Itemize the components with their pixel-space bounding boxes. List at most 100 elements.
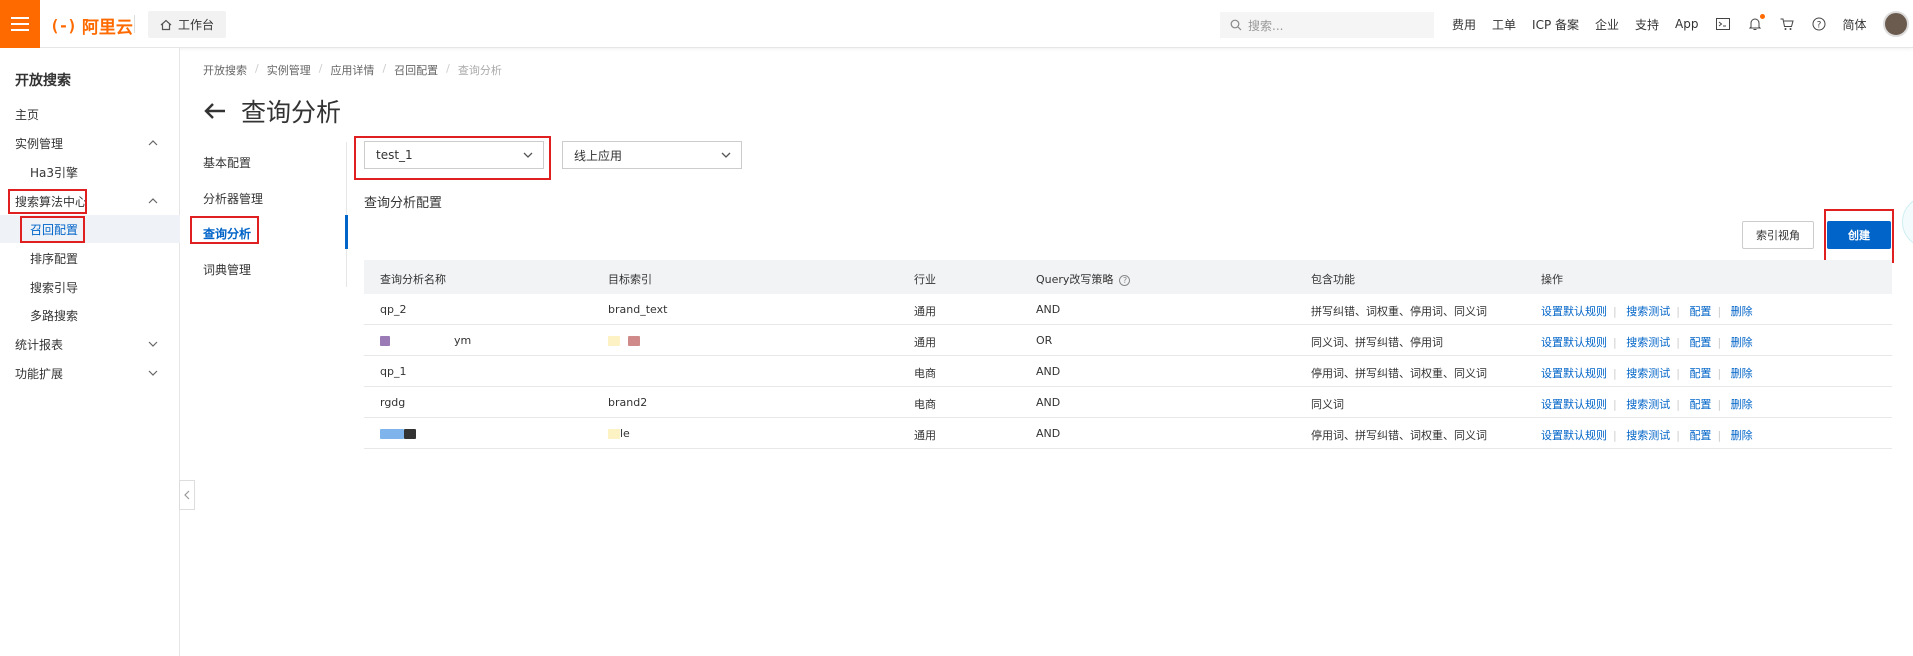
- configure-link[interactable]: 配置: [1689, 398, 1711, 411]
- row-features: 停用词、拼写纠错、词权重、同义词: [1311, 367, 1487, 380]
- nav-tickets[interactable]: 工单: [1492, 16, 1516, 33]
- row-actions: 设置默认规则 | 搜索测试 | 配置 | 删除: [1541, 367, 1753, 380]
- sidebar-item-ranking-config[interactable]: 排序配置: [0, 244, 180, 272]
- set-default-rule-link[interactable]: 设置默认规则: [1541, 336, 1607, 349]
- row-name: qp_1: [380, 365, 407, 378]
- redacted-block: [608, 336, 620, 346]
- row-index: brand2: [608, 396, 648, 409]
- row-features: 同义词、拼写纠错、停用词: [1311, 336, 1443, 349]
- help-icon[interactable]: ?: [1119, 274, 1131, 286]
- subnav-analyzer-management[interactable]: 分析器管理: [203, 184, 343, 212]
- set-default-rule-link[interactable]: 设置默认规则: [1541, 398, 1607, 411]
- set-default-rule-link[interactable]: 设置默认规则: [1541, 429, 1607, 442]
- row-actions: 设置默认规则 | 搜索测试 | 配置 | 删除: [1541, 336, 1753, 349]
- nav-enterprise[interactable]: 企业: [1595, 16, 1619, 33]
- redacted-block: [380, 429, 404, 439]
- sidebar-item-label: 统计报表: [15, 337, 64, 352]
- search-placeholder: 搜索...: [1248, 18, 1284, 33]
- app-select-value: test_1: [376, 148, 413, 162]
- create-button[interactable]: 创建: [1827, 221, 1891, 249]
- sidebar-item-ha3-engine[interactable]: Ha3引擎: [0, 158, 180, 186]
- language-switch[interactable]: 简体: [1843, 16, 1867, 33]
- sidebar-item-label: 实例管理: [15, 136, 64, 151]
- sidebar-item-label: 搜索算法中心: [15, 194, 88, 209]
- sidebar-item-home[interactable]: 主页: [0, 100, 180, 128]
- delete-link[interactable]: 删除: [1731, 367, 1753, 380]
- configure-link[interactable]: 配置: [1689, 336, 1711, 349]
- home-icon: [160, 19, 172, 30]
- chevron-down-icon: [148, 370, 158, 376]
- breadcrumb-item[interactable]: 召回配置: [394, 62, 438, 78]
- sidebar-item-label: 功能扩展: [15, 366, 64, 381]
- workbench-button[interactable]: 工作台: [148, 11, 227, 38]
- sidebar-item-statistics[interactable]: 统计报表: [0, 330, 180, 358]
- sidebar-item-search-algorithm-center[interactable]: 搜索算法中心: [0, 187, 180, 215]
- column-header: 查询分析名称: [380, 273, 446, 286]
- nav-support[interactable]: 支持: [1635, 16, 1659, 33]
- cart-icon[interactable]: [1779, 16, 1795, 32]
- row-name: rgdg: [380, 396, 406, 409]
- row-name: qp_2: [380, 303, 407, 316]
- bell-icon[interactable]: [1747, 14, 1765, 32]
- search-test-link[interactable]: 搜索测试: [1626, 398, 1670, 411]
- sidebar-item-label: Ha3引擎: [30, 165, 79, 180]
- nav-billing[interactable]: 费用: [1452, 16, 1476, 33]
- sidebar-item-extensions[interactable]: 功能扩展: [0, 359, 180, 387]
- aliyun-logo[interactable]: (-) 阿里云: [50, 13, 133, 38]
- breadcrumb-item[interactable]: 实例管理: [267, 62, 311, 78]
- product-sidebar: 开放搜索 主页 实例管理 Ha3引擎 搜索算法中心 召回配置 排序配置 搜索引导…: [0, 48, 180, 656]
- app-select[interactable]: test_1: [364, 141, 544, 169]
- redacted-block: [628, 336, 640, 346]
- subnav-basic-config[interactable]: 基本配置: [203, 148, 343, 176]
- configure-link[interactable]: 配置: [1689, 429, 1711, 442]
- subnav-dictionary-management[interactable]: 词典管理: [203, 255, 343, 283]
- help-icon[interactable]: ?: [1811, 16, 1827, 32]
- table-header: 查询分析名称 目标索引 行业 Query改写策略? 包含功能 操作: [364, 260, 1892, 294]
- nav-app[interactable]: App: [1675, 17, 1698, 31]
- search-test-link[interactable]: 搜索测试: [1626, 429, 1670, 442]
- logo-text: 阿里云: [81, 18, 133, 38]
- column-header: Query改写策略: [1036, 273, 1114, 286]
- floating-assistant[interactable]: [1902, 196, 1913, 248]
- sidebar-item-multi-search[interactable]: 多路搜索: [0, 301, 180, 329]
- configure-link[interactable]: 配置: [1689, 367, 1711, 380]
- configure-link[interactable]: 配置: [1689, 305, 1711, 318]
- delete-link[interactable]: 删除: [1731, 429, 1753, 442]
- global-search-input[interactable]: 搜索...: [1220, 12, 1434, 38]
- environment-select-value: 线上应用: [574, 148, 623, 163]
- search-test-link[interactable]: 搜索测试: [1626, 367, 1670, 380]
- delete-link[interactable]: 删除: [1731, 305, 1753, 318]
- sidebar-item-label: 搜索引导: [30, 280, 79, 295]
- delete-link[interactable]: 删除: [1731, 398, 1753, 411]
- column-header-query-rewrite: Query改写策略?: [1036, 271, 1131, 287]
- delete-link[interactable]: 删除: [1731, 336, 1753, 349]
- row-index-cell: le: [608, 427, 630, 440]
- row-index-cell: [608, 334, 640, 347]
- query-analysis-table: 查询分析名称 目标索引 行业 Query改写策略? 包含功能 操作 qp_2 b…: [364, 260, 1892, 449]
- sidebar-collapse-toggle[interactable]: [179, 480, 195, 510]
- breadcrumb-item[interactable]: 开放搜索: [203, 62, 247, 78]
- breadcrumb-item[interactable]: 应用详情: [330, 62, 374, 78]
- breadcrumb-current: 查询分析: [457, 64, 502, 77]
- set-default-rule-link[interactable]: 设置默认规则: [1541, 367, 1607, 380]
- search-test-link[interactable]: 搜索测试: [1626, 305, 1670, 318]
- table-row: qp_2 brand_text 通用 AND 拼写纠错、词权重、停用词、同义词 …: [364, 294, 1892, 325]
- sidebar-item-recall-config[interactable]: 召回配置: [0, 215, 180, 243]
- search-test-link[interactable]: 搜索测试: [1626, 336, 1670, 349]
- sidebar-item-search-guide[interactable]: 搜索引导: [0, 273, 180, 301]
- hamburger-menu-icon[interactable]: [0, 0, 40, 48]
- column-header: 包含功能: [1311, 273, 1355, 286]
- arrow-left-icon[interactable]: [203, 102, 227, 120]
- terminal-icon[interactable]: [1715, 16, 1731, 32]
- row-actions: 设置默认规则 | 搜索测试 | 配置 | 删除: [1541, 398, 1753, 411]
- index-view-button[interactable]: 索引视角: [1742, 221, 1814, 249]
- environment-select[interactable]: 线上应用: [562, 141, 742, 169]
- sidebar-item-instance-management[interactable]: 实例管理: [0, 129, 180, 157]
- row-strategy: AND: [1036, 427, 1061, 440]
- row-strategy: AND: [1036, 303, 1061, 316]
- user-avatar[interactable]: [1882, 11, 1909, 37]
- subnav-query-analysis[interactable]: 查询分析: [203, 219, 343, 247]
- set-default-rule-link[interactable]: 设置默认规则: [1541, 305, 1607, 318]
- redacted-block: [608, 429, 620, 439]
- nav-icp[interactable]: ICP 备案: [1532, 16, 1579, 33]
